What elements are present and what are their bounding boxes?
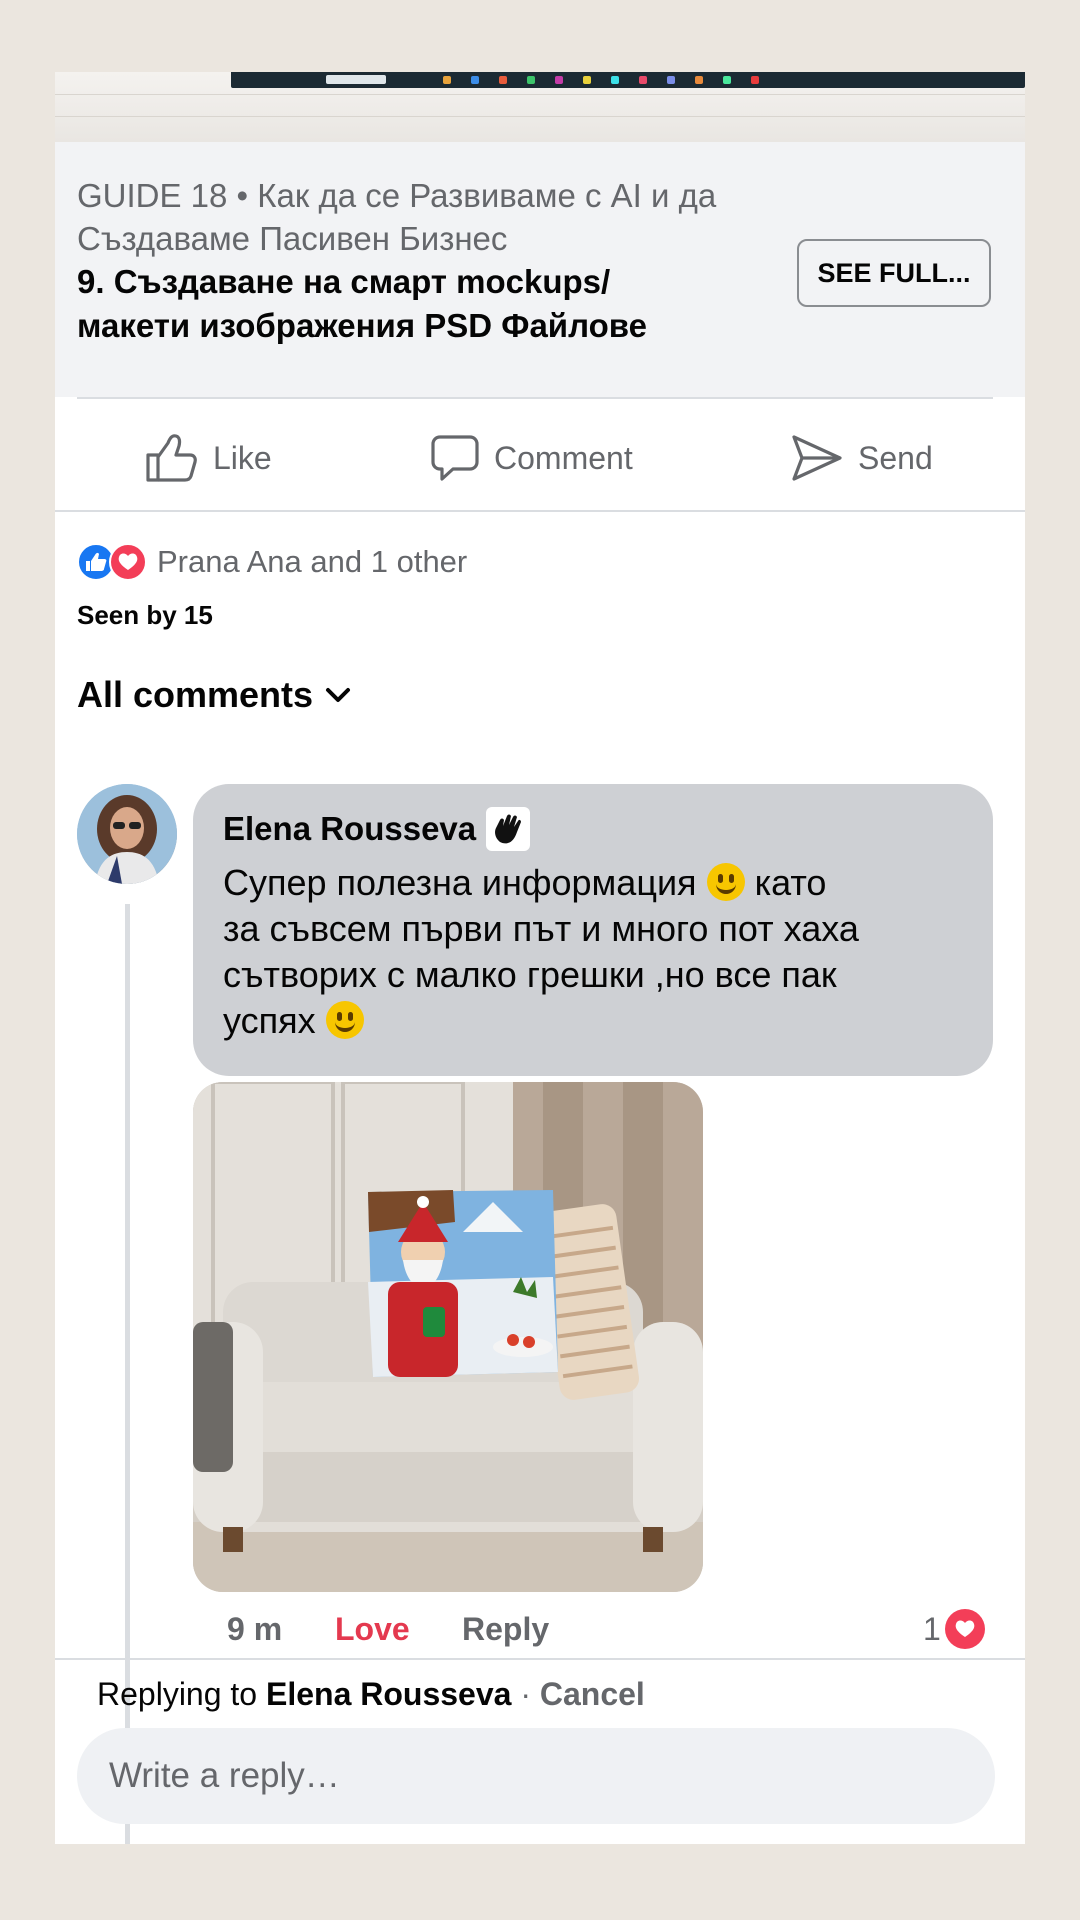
heart-icon (944, 1609, 985, 1649)
taskbar-icon (695, 76, 703, 84)
taskbar-icon (667, 76, 675, 84)
thumbs-up-icon (146, 434, 197, 482)
taskbar-icon (555, 76, 563, 84)
like-button[interactable]: Like (145, 430, 272, 486)
comment-bubble[interactable]: Elena Rousseva Супер полезна информация … (193, 784, 993, 1076)
cancel-reply-button[interactable]: Cancel (540, 1676, 645, 1712)
see-full-button[interactable]: SEE FULL... (797, 239, 991, 307)
comments-filter-label: All comments (77, 674, 314, 715)
comment-text: Супер полезна информация като за съвсем … (223, 860, 963, 1044)
replying-separator: · (511, 1676, 540, 1712)
smiling-face-icon (325, 1001, 364, 1039)
reactions-summary[interactable]: Prana Ana and 1 other (77, 542, 467, 582)
replying-prefix: Replying to (97, 1676, 266, 1712)
reply-button[interactable]: Reply (462, 1604, 549, 1654)
screenshot-taskbar (231, 72, 1025, 88)
comments-filter-dropdown[interactable]: All comments (77, 674, 353, 716)
comment-author-name[interactable]: Elena Rousseva (223, 810, 476, 848)
post-image-cropped[interactable] (55, 72, 1025, 142)
reactions-text: Prana Ana and 1 other (157, 544, 468, 579)
brick-line (55, 116, 1025, 117)
post-view: GUIDE 18 • Как да се Развиваме с AI и да… (55, 72, 1025, 1844)
replying-to-bar: Replying to Elena Rousseva · Cancel (97, 1676, 645, 1713)
send-button[interactable]: Send (790, 430, 933, 486)
comment-time: 9 m (227, 1610, 283, 1647)
seen-count[interactable]: Seen by 15 (77, 600, 213, 631)
divider (77, 397, 993, 399)
replying-name: Elena Rousseva (265, 1676, 512, 1712)
send-icon (792, 435, 842, 481)
smiling-face-icon (706, 863, 745, 901)
comment-bubble-icon (431, 435, 479, 481)
comment-reactions[interactable]: 1 (923, 1604, 985, 1654)
comment-author-row: Elena Rousseva (223, 804, 963, 854)
avatar[interactable] (77, 784, 177, 884)
reply-input[interactable] (107, 1755, 971, 1797)
taskbar-icon (443, 76, 451, 84)
comment-button[interactable]: Comment (430, 430, 633, 486)
taskbar-icon (583, 76, 591, 84)
love-reaction-button[interactable]: Love (335, 1604, 410, 1654)
love-reaction-icon (109, 543, 147, 581)
link-preview-source-title: GUIDE 18 • Как да се Развиваме с AI и да… (77, 177, 717, 257)
comment-label: Comment (494, 439, 633, 476)
taskbar-search (326, 75, 386, 84)
divider (55, 510, 1025, 512)
taskbar-icon (639, 76, 647, 84)
divider (55, 1658, 1025, 1660)
taskbar-icon (527, 76, 535, 84)
comment-photo-sofa-mockup[interactable] (193, 1082, 703, 1592)
like-label: Like (213, 439, 272, 476)
taskbar-icon (611, 76, 619, 84)
brick-line (55, 94, 1025, 95)
taskbar-icon (751, 76, 759, 84)
reply-box[interactable] (77, 1728, 995, 1824)
link-preview-headline[interactable]: 9. Създаване на смарт mockups/ макети из… (77, 260, 697, 348)
comment-reaction-count: 1 (923, 1610, 941, 1647)
chevron-down-icon (326, 688, 351, 702)
taskbar-icon (471, 76, 479, 84)
sofa-pillow-image (193, 1082, 703, 1592)
waving-hand-badge-icon (486, 807, 531, 851)
comment-text-part: Супер полезна информация (223, 862, 707, 903)
taskbar-icon (499, 76, 507, 84)
send-label: Send (858, 439, 933, 476)
avatar-image (77, 784, 177, 884)
taskbar-icon (723, 76, 731, 84)
